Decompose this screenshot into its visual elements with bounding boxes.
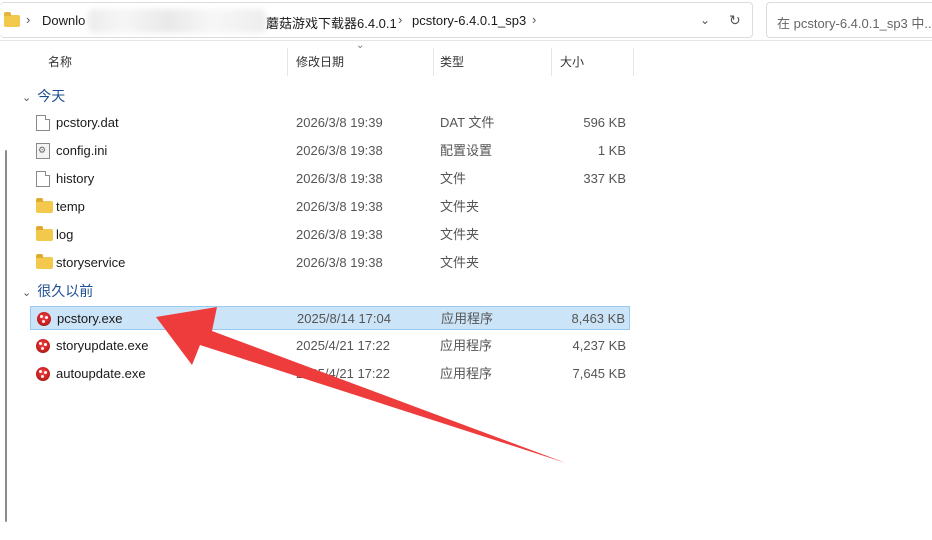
file-type: 文件夹: [440, 227, 480, 242]
chevron-down-icon[interactable]: ⌄: [700, 13, 710, 27]
file-size: 4,237 KB: [572, 338, 627, 353]
file-date: 2026/3/8 19:38: [296, 143, 383, 158]
chevron-right-icon: ›: [26, 12, 31, 27]
file-row-selected[interactable]: pcstory.exe 2025/8/14 17:04 应用程序 8,463 K…: [30, 306, 630, 330]
config-file-icon: [36, 143, 50, 159]
file-row[interactable]: config.ini 2026/3/8 19:38 配置设置 1 KB: [30, 139, 630, 163]
file-type: 文件夹: [440, 199, 480, 214]
breadcrumb-current-folder[interactable]: pcstory-6.4.0.1_sp3: [412, 13, 526, 28]
breadcrumb-downloader-folder[interactable]: 蘑菇游戏下载器6.4.0.1: [266, 13, 397, 32]
file-size: 337 KB: [583, 171, 626, 186]
file-size: 596 KB: [583, 115, 626, 130]
file-size: 7,645 KB: [572, 366, 627, 381]
file-date: 2025/4/21 17:22: [296, 338, 390, 353]
file-size: 8,463 KB: [571, 311, 626, 326]
file-type: 文件夹: [440, 255, 480, 270]
file-date: 2026/3/8 19:38: [296, 227, 383, 242]
file-size: 1 KB: [597, 143, 626, 158]
refresh-icon[interactable]: ↻: [729, 12, 741, 29]
file-type: DAT 文件: [440, 115, 495, 130]
group-label: 今天: [37, 88, 66, 104]
group-label: 很久以前: [37, 283, 94, 299]
chevron-down-icon: ⌄: [22, 287, 32, 299]
search-input[interactable]: 在 pcstory-6.4.0.1_sp3 中...: [777, 13, 932, 32]
file-date: 2025/8/14 17:04: [297, 311, 391, 326]
breadcrumb-downloads[interactable]: Downlo: [42, 13, 85, 28]
column-header-name[interactable]: 名称: [16, 48, 288, 76]
chevron-down-icon: ⌄: [22, 92, 32, 104]
folder-row[interactable]: temp 2026/3/8 19:38 文件夹: [30, 195, 630, 219]
file-name: autoupdate.exe: [56, 366, 146, 381]
file-type: 文件: [440, 171, 467, 186]
file-name: pcstory.dat: [56, 115, 119, 130]
file-name: storyupdate.exe: [56, 338, 149, 353]
chevron-right-icon: ›: [398, 12, 403, 27]
file-row[interactable]: storyupdate.exe 2025/4/21 17:22 应用程序 4,2…: [30, 334, 630, 358]
file-name: config.ini: [56, 143, 108, 158]
file-type: 应用程序: [440, 366, 493, 381]
file-row[interactable]: autoupdate.exe 2025/4/21 17:22 应用程序 7,64…: [30, 362, 630, 386]
app-icon: [36, 367, 50, 381]
folder-row[interactable]: storyservice 2026/3/8 19:38 文件夹: [30, 251, 630, 275]
column-header-date[interactable]: 修改日期: [288, 48, 434, 76]
file-date: 2025/4/21 17:22: [296, 366, 390, 381]
file-type: 应用程序: [440, 338, 493, 353]
folder-icon: [4, 12, 20, 27]
file-date: 2026/3/8 19:39: [296, 115, 383, 130]
redacted-breadcrumb: [88, 9, 266, 33]
folder-icon: [36, 226, 53, 241]
app-icon: [37, 312, 51, 326]
file-type: 配置设置: [440, 143, 493, 158]
file-icon: [36, 115, 50, 131]
folder-row[interactable]: log 2026/3/8 19:38 文件夹: [30, 223, 630, 247]
file-name: history: [56, 171, 95, 186]
app-icon: [36, 339, 50, 353]
file-name: storyservice: [56, 255, 126, 270]
navigation-bar: › Downlo 蘑菇游戏下载器6.4.0.1 › pcstory-6.4.0.…: [0, 0, 932, 41]
file-row[interactable]: pcstory.dat 2026/3/8 19:39 DAT 文件 596 KB: [30, 111, 630, 135]
column-header-row: 名称 修改日期 类型 大小: [16, 48, 634, 76]
group-header-long-ago[interactable]: ⌄ 很久以前: [22, 281, 93, 301]
sort-caret-icon: ⌄: [356, 40, 365, 51]
address-bar[interactable]: › Downlo 蘑菇游戏下载器6.4.0.1 › pcstory-6.4.0.…: [0, 2, 753, 38]
file-icon: [36, 171, 50, 187]
column-header-type[interactable]: 类型: [434, 48, 552, 76]
group-header-today[interactable]: ⌄ 今天: [22, 86, 65, 106]
column-header-size[interactable]: 大小: [552, 48, 634, 76]
file-row[interactable]: history 2026/3/8 19:38 文件 337 KB: [30, 167, 630, 191]
file-type: 应用程序: [441, 311, 494, 326]
file-name: temp: [56, 199, 85, 214]
file-date: 2026/3/8 19:38: [296, 171, 383, 186]
file-date: 2026/3/8 19:38: [296, 255, 383, 270]
folder-icon: [36, 198, 53, 213]
search-box[interactable]: 在 pcstory-6.4.0.1_sp3 中...: [766, 2, 932, 38]
vertical-scrollbar[interactable]: [5, 150, 7, 522]
file-name: pcstory.exe: [57, 311, 123, 326]
chevron-right-icon: ›: [532, 12, 537, 27]
file-date: 2026/3/8 19:38: [296, 199, 383, 214]
file-name: log: [56, 227, 74, 242]
folder-icon: [36, 254, 53, 269]
